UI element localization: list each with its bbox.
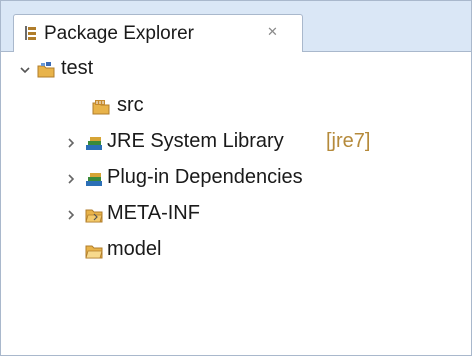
library-icon: [86, 137, 102, 150]
chevron-down-icon[interactable]: [19, 64, 31, 76]
tree-item-label: test: [61, 57, 94, 79]
tree-item-plugin-dependencies[interactable]: Plug-in Dependencies: [1, 162, 471, 198]
chevron-right-icon[interactable]: [65, 137, 77, 149]
folder-icon: [85, 245, 103, 259]
view-tab-strip: Package Explorer ✕: [1, 1, 471, 52]
tab-package-explorer[interactable]: Package Explorer ✕: [13, 14, 303, 52]
folder-icon: [85, 209, 103, 223]
chevron-right-icon[interactable]: [65, 209, 77, 221]
package-explorer-view: Package Explorer ✕ test src JRE System L…: [0, 0, 472, 356]
jre-version-decoration: [jre7]: [326, 130, 371, 152]
tree-item-meta-inf[interactable]: META-INF: [1, 198, 471, 234]
tree-item-model[interactable]: model: [1, 234, 471, 270]
tree-item-src[interactable]: src: [1, 90, 471, 126]
tree-item-label: Plug-in Dependencies: [107, 166, 303, 188]
java-project-icon: [37, 62, 55, 78]
library-icon: [86, 173, 102, 186]
package-explorer-icon: [25, 26, 36, 40]
close-icon[interactable]: ✕: [267, 24, 278, 40]
tree-item-jre-system-library[interactable]: JRE System Library [jre7]: [1, 126, 471, 162]
tree-item-label: model: [107, 238, 162, 260]
tree-item-label: META-INF: [107, 202, 200, 224]
view-title: Package Explorer: [44, 23, 194, 44]
tree-item-label: src: [117, 94, 144, 116]
tree-item-label: JRE System Library: [107, 130, 284, 152]
chevron-right-icon[interactable]: [65, 173, 77, 185]
tree-item-test[interactable]: test: [1, 53, 471, 89]
source-folder-icon: [92, 100, 110, 115]
